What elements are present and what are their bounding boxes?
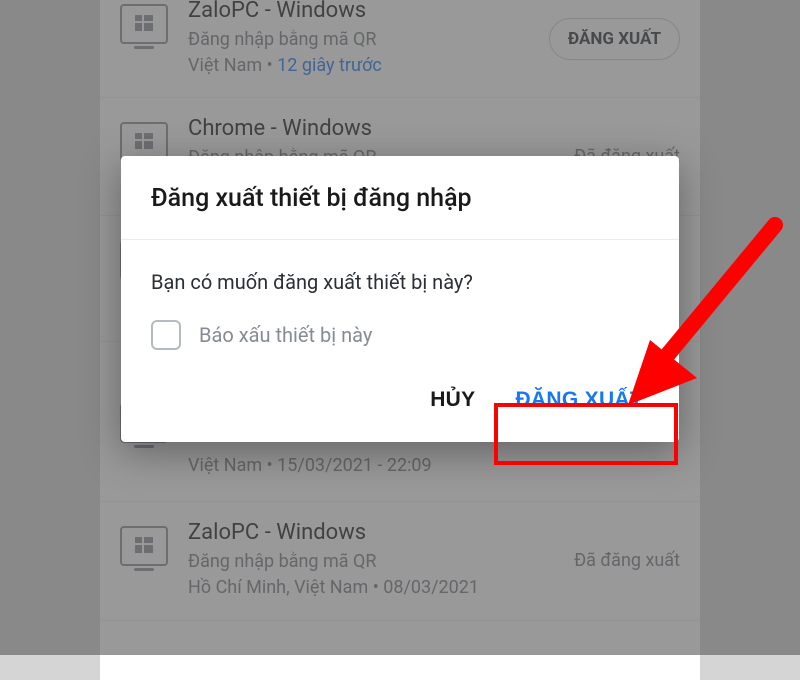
dialog-message: Bạn có muốn đăng xuất thiết bị này? xyxy=(151,270,649,294)
dialog-actions: HỦY ĐĂNG XUẤT xyxy=(121,360,679,442)
confirm-logout-button[interactable]: ĐĂNG XUẤT xyxy=(515,388,643,412)
cancel-button[interactable]: HỦY xyxy=(430,388,475,412)
report-device-checkbox[interactable] xyxy=(151,320,181,350)
dialog-title: Đăng xuất thiết bị đăng nhập xyxy=(121,156,679,240)
report-device-row[interactable]: Báo xấu thiết bị này xyxy=(151,320,649,350)
dialog-body: Bạn có muốn đăng xuất thiết bị này? Báo … xyxy=(121,240,679,360)
report-device-label: Báo xấu thiết bị này xyxy=(199,323,372,347)
logout-confirm-dialog: Đăng xuất thiết bị đăng nhập Bạn có muốn… xyxy=(121,156,679,442)
